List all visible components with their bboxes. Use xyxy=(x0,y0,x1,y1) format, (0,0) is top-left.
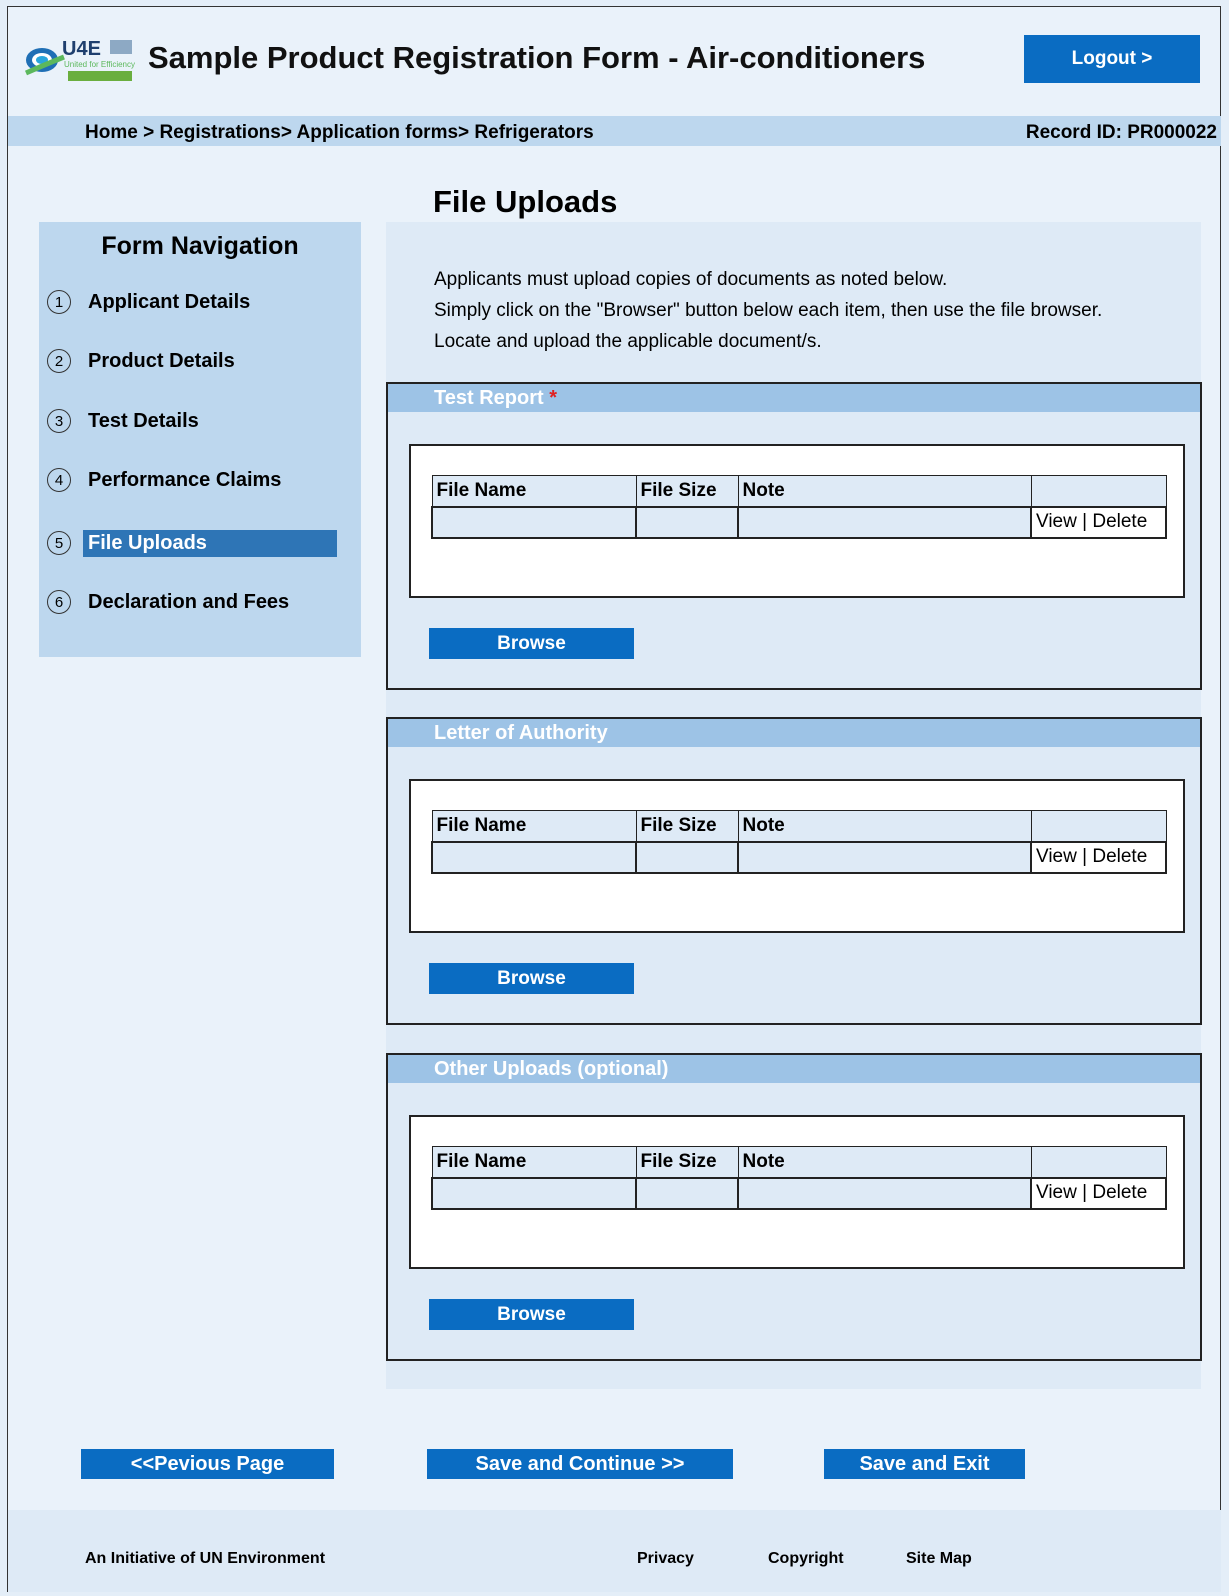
file-name-cell xyxy=(431,505,637,539)
upload-list-box: File Name File Size Note View | Delete xyxy=(409,444,1185,598)
step-number: 4 xyxy=(47,468,71,492)
note-cell xyxy=(737,505,1032,539)
separator: | xyxy=(1082,511,1088,532)
separator: | xyxy=(1082,1182,1088,1203)
sidebar-item-label: Test Details xyxy=(88,409,199,432)
browse-button[interactable]: Browse xyxy=(429,963,634,994)
step-number: 2 xyxy=(47,349,71,373)
step-number: 1 xyxy=(47,290,71,314)
column-header-note: Note xyxy=(737,475,1032,507)
column-header-note: Note xyxy=(737,810,1032,842)
section-header: Test Report * xyxy=(388,384,1200,412)
sidebar-item-label: File Uploads xyxy=(83,529,337,557)
actions-cell: View | Delete xyxy=(1030,505,1167,539)
browse-button[interactable]: Browse xyxy=(429,1299,634,1330)
delete-link[interactable]: Delete xyxy=(1092,511,1147,532)
file-name-cell xyxy=(431,840,637,874)
view-link[interactable]: View xyxy=(1036,511,1077,532)
sidebar-item-file-uploads[interactable]: 5 File Uploads xyxy=(47,528,337,558)
form-navigation-sidebar: Form Navigation 1 Applicant Details 2 Pr… xyxy=(39,222,361,657)
instructions: Applicants must upload copies of documen… xyxy=(434,264,1102,357)
required-mark: * xyxy=(549,387,557,409)
file-name-cell xyxy=(431,1176,637,1210)
instruction-line: Locate and upload the applicable documen… xyxy=(434,331,822,352)
uploaded-files-table: File Name File Size Note View | Delete xyxy=(431,810,1167,874)
sidebar-item-label: Performance Claims xyxy=(88,468,282,491)
sidebar-item-performance-claims[interactable]: 4 Performance Claims xyxy=(47,465,337,495)
table-row: View | Delete xyxy=(431,840,1167,874)
sidebar-item-declaration-and-fees[interactable]: 6 Declaration and Fees xyxy=(47,587,337,617)
column-header-file-name: File Name xyxy=(431,1146,637,1178)
step-number: 3 xyxy=(47,409,71,433)
note-cell xyxy=(737,840,1032,874)
table-row: View | Delete xyxy=(431,1176,1167,1210)
column-header-file-size: File Size xyxy=(635,810,739,842)
file-size-cell xyxy=(635,1176,739,1210)
upload-list-box: File Name File Size Note View | Delete xyxy=(409,779,1185,933)
table-header-row: File Name File Size Note xyxy=(431,810,1167,842)
sidebar-item-label: Declaration and Fees xyxy=(88,590,290,613)
view-link[interactable]: View xyxy=(1036,846,1077,867)
column-header-file-size: File Size xyxy=(635,475,739,507)
step-number: 6 xyxy=(47,590,71,614)
browse-button[interactable]: Browse xyxy=(429,628,634,659)
app-title: Sample Product Registration Form - Air-c… xyxy=(148,40,926,75)
svg-text:United for Efficiency: United for Efficiency xyxy=(64,60,135,69)
column-header-note: Note xyxy=(737,1146,1032,1178)
section-test-report: Test Report * File Name File Size Note V xyxy=(386,382,1202,690)
column-header-actions xyxy=(1030,810,1167,842)
sidebar-item-test-details[interactable]: 3 Test Details xyxy=(47,406,337,436)
footer-sitemap-link[interactable]: Site Map xyxy=(906,1550,972,1568)
footer-copyright-link[interactable]: Copyright xyxy=(768,1550,844,1568)
section-other-uploads: Other Uploads (optional) File Name File … xyxy=(386,1053,1202,1361)
instruction-line: Applicants must upload copies of documen… xyxy=(434,269,948,290)
save-and-continue-button[interactable]: Save and Continue >> xyxy=(427,1449,733,1479)
column-header-file-name: File Name xyxy=(431,810,637,842)
page-title: File Uploads xyxy=(433,184,618,219)
delete-link[interactable]: Delete xyxy=(1092,846,1147,867)
uploaded-files-table: File Name File Size Note View | Delete xyxy=(431,475,1167,539)
sidebar-item-product-details[interactable]: 2 Product Details xyxy=(47,346,337,376)
previous-page-button[interactable]: <<Pevious Page xyxy=(81,1449,334,1479)
note-cell xyxy=(737,1176,1032,1210)
table-header-row: File Name File Size Note xyxy=(431,1146,1167,1178)
section-header: Letter of Authority xyxy=(388,719,1200,747)
file-size-cell xyxy=(635,840,739,874)
view-link[interactable]: View xyxy=(1036,1182,1077,1203)
sidebar-item-label: Applicant Details xyxy=(88,290,251,313)
u4e-logo: U4E United for Efficiency xyxy=(24,35,136,85)
column-header-file-name: File Name xyxy=(431,475,637,507)
column-header-file-size: File Size xyxy=(635,1146,739,1178)
upload-list-box: File Name File Size Note View | Delete xyxy=(409,1115,1185,1269)
separator: | xyxy=(1082,846,1088,867)
footer-privacy-link[interactable]: Privacy xyxy=(637,1550,694,1568)
delete-link[interactable]: Delete xyxy=(1092,1182,1147,1203)
sidebar-item-applicant-details[interactable]: 1 Applicant Details xyxy=(47,287,337,317)
section-title: Other Uploads (optional) xyxy=(434,1058,669,1080)
save-and-exit-button[interactable]: Save and Exit xyxy=(824,1449,1025,1479)
sidebar-title: Form Navigation xyxy=(101,232,299,260)
sidebar-item-label: Product Details xyxy=(88,349,235,372)
footer-initiative: An Initiative of UN Environment xyxy=(85,1550,326,1567)
file-size-cell xyxy=(635,505,739,539)
table-row: View | Delete xyxy=(431,505,1167,539)
record-id: Record ID: PR000022 xyxy=(1025,122,1217,143)
table-header-row: File Name File Size Note xyxy=(431,475,1167,507)
actions-cell: View | Delete xyxy=(1030,1176,1167,1210)
svg-text:U4E: U4E xyxy=(62,38,101,60)
section-title: Test Report xyxy=(434,387,544,409)
section-title: Letter of Authority xyxy=(434,722,608,744)
column-header-actions xyxy=(1030,475,1167,507)
breadcrumb: Home > Registrations> Application forms>… xyxy=(85,122,594,143)
uploaded-files-table: File Name File Size Note View | Delete xyxy=(431,1146,1167,1210)
logout-button[interactable]: Logout > xyxy=(1024,35,1200,83)
column-header-actions xyxy=(1030,1146,1167,1178)
section-header: Other Uploads (optional) xyxy=(388,1055,1200,1083)
section-letter-of-authority: Letter of Authority File Name File Size … xyxy=(386,717,1202,1025)
step-number: 5 xyxy=(47,531,71,555)
actions-cell: View | Delete xyxy=(1030,840,1167,874)
instruction-line: Simply click on the "Browser" button bel… xyxy=(434,300,1103,321)
